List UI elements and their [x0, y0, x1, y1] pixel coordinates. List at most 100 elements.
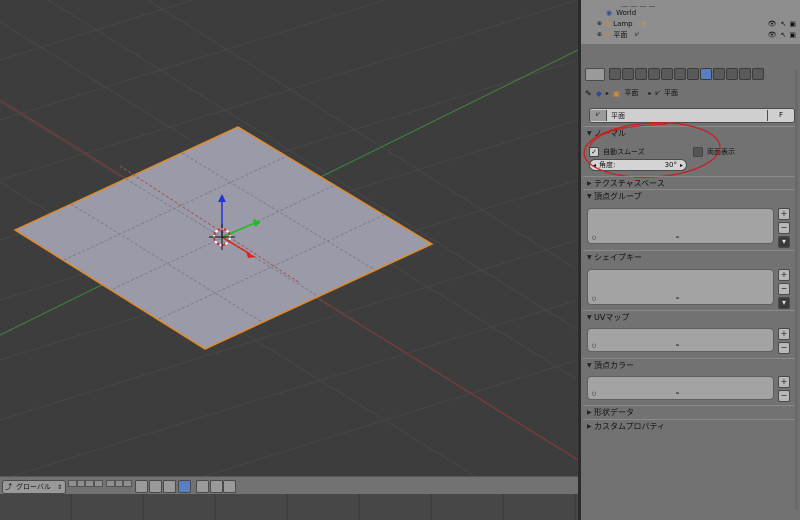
uv-maps-list[interactable]: ○ ═ [587, 328, 774, 352]
outliner-row-world[interactable]: ◉ World [581, 7, 800, 18]
mesh-data-icon: ⩗ [635, 30, 640, 38]
uv-maps-title: UVマップ [594, 312, 630, 322]
snap-toggle[interactable] [135, 480, 148, 493]
shape-key-menu-button[interactable]: ▾ [778, 297, 790, 309]
camera-render-icon[interactable]: ▣ [789, 31, 796, 39]
shape-keys-list[interactable]: ○ ═ [587, 269, 774, 305]
editor-type-button[interactable] [585, 67, 605, 81]
breadcrumb-object: 平面 [624, 89, 639, 97]
panel-scrollbar[interactable] [795, 70, 798, 510]
add-vertex-color-button[interactable]: + [778, 376, 790, 388]
cursor-icon[interactable]: ↖ [781, 31, 787, 39]
film-icon[interactable] [223, 480, 236, 493]
uv-maps-buttons: + − [778, 328, 790, 356]
uv-maps-panel: ▼ UVマップ ○ ═ + − [583, 310, 796, 357]
scene-tab-icon[interactable] [635, 68, 647, 80]
remove-shape-key-button[interactable]: − [778, 283, 790, 295]
filter-dot-icon: ○ [592, 343, 597, 349]
modifiers-tab-icon[interactable] [687, 68, 699, 80]
remove-uv-map-button[interactable]: − [778, 342, 790, 354]
proportional-toggle[interactable] [149, 480, 162, 493]
chevron-right-icon: ▸ [605, 89, 609, 97]
vertex-colors-list[interactable]: ○ ═ [587, 376, 774, 400]
resize-grip-icon[interactable]: ═ [676, 343, 679, 349]
camera-render-icon[interactable]: ▣ [789, 20, 796, 28]
vertex-colors-title: 頂点カラー [594, 360, 634, 370]
add-shape-key-button[interactable]: + [778, 269, 790, 281]
manipulator-toggle[interactable] [178, 480, 191, 493]
layer-buttons[interactable] [68, 480, 133, 492]
cursor-icon[interactable]: ↖ [781, 20, 787, 28]
uv-maps-header[interactable]: ▼ UVマップ [583, 311, 796, 323]
add-vertex-group-button[interactable]: + [778, 208, 790, 220]
outliner-row-lamp[interactable]: ⊕ ♁ Lamp ✳ 👁 ↖ ▣ [581, 18, 800, 29]
object-icon: ▣ [612, 88, 621, 98]
constraints-tab-icon[interactable] [674, 68, 686, 80]
resize-grip-icon[interactable]: ═ [676, 235, 679, 241]
vertex-colors-header[interactable]: ▼ 頂点カラー [583, 359, 796, 371]
texture-tab-icon[interactable] [726, 68, 738, 80]
lamp-icon: ♁ [605, 19, 611, 28]
remove-vertex-color-button[interactable]: − [778, 390, 790, 402]
remove-vertex-group-button[interactable]: − [778, 222, 790, 234]
mesh-object-icon: ▽ [605, 30, 611, 39]
orientation-label: グローバル [16, 483, 51, 491]
filter-dot-icon: ○ [592, 296, 597, 302]
outliner-label: Lamp [613, 19, 633, 28]
camera-icon[interactable] [210, 480, 223, 493]
shape-keys-header[interactable]: ▼ シェイプキー [583, 251, 796, 263]
expanded-triangle-icon: ▼ [587, 192, 592, 200]
resize-grip-icon[interactable]: ═ [676, 391, 679, 397]
fake-user-button[interactable]: F [767, 110, 794, 121]
outliner-label: 平面 [613, 30, 628, 39]
mesh-data-icon: ⩗ [655, 88, 660, 97]
breadcrumb-mesh: 平面 [663, 89, 678, 97]
collapsed-triangle-icon: ▶ [587, 408, 592, 416]
collapsed-triangle-icon: ▶ [587, 422, 592, 430]
expanded-triangle-icon: ▼ [587, 253, 592, 261]
pin-icon[interactable]: ✎ [585, 89, 592, 98]
updown-icon: ⇕ [56, 483, 62, 491]
vertex-groups-title: 頂点グループ [594, 191, 642, 201]
material-tab-icon[interactable] [713, 68, 725, 80]
resize-grip-icon[interactable]: ═ [676, 296, 679, 302]
texture-space-title: テクスチャスペース [594, 178, 665, 188]
chevron-right-icon: ▸ [648, 89, 652, 97]
vertex-groups-buttons: + − ▾ [778, 208, 790, 250]
world-icon: ◉ [606, 8, 613, 17]
particles-tab-icon[interactable] [739, 68, 751, 80]
world-tab-icon[interactable] [648, 68, 660, 80]
properties-tabs [581, 66, 800, 82]
outliner-row-plane[interactable]: ⊕ ▽ 平面 ⩗ 👁 ↖ ▣ [581, 29, 800, 40]
shape-keys-panel: ▼ シェイプキー ○ ═ + − ▾ [583, 250, 796, 309]
vertex-groups-list[interactable]: ○ ═ [587, 208, 774, 244]
pivot-toggle[interactable] [163, 480, 176, 493]
texture-space-panel[interactable]: ▶ テクスチャスペース [583, 176, 796, 189]
custom-properties-panel[interactable]: ▶ カスタムプロパティ [583, 419, 796, 432]
expand-icon: ⊕ [597, 31, 603, 38]
3d-viewport[interactable] [0, 0, 578, 476]
shape-keys-buttons: + − ▾ [778, 269, 790, 311]
mesh-data-tab-icon[interactable] [700, 68, 712, 80]
scene-icon: ◆ [595, 88, 602, 98]
eye-icon[interactable]: 👁 [768, 20, 777, 28]
outliner-spacer [581, 44, 800, 64]
outliner: — — — — ◉ World ⊕ ♁ Lamp ✳ 👁 ↖ ▣ ⊕ ▽ 平面 … [581, 0, 800, 44]
render-tab-icon[interactable] [609, 68, 621, 80]
outliner-label: World [616, 8, 637, 17]
object-tab-icon[interactable] [661, 68, 673, 80]
vertex-group-menu-button[interactable]: ▾ [778, 236, 790, 248]
geometry-data-panel[interactable]: ▶ 形状データ [583, 405, 796, 418]
timeline-area [0, 494, 578, 520]
expanded-triangle-icon: ▼ [587, 361, 592, 369]
custom-properties-title: カスタムプロパティ [594, 421, 666, 431]
eye-icon[interactable]: 👁 [768, 31, 777, 39]
annotation-circle [583, 122, 721, 178]
layers-tab-icon[interactable] [622, 68, 634, 80]
render-preview-button[interactable] [196, 480, 209, 493]
orientation-dropdown[interactable]: ⤴ グローバル ⇕ [2, 480, 66, 494]
vertex-groups-header[interactable]: ▼ 頂点グループ [583, 190, 796, 202]
add-uv-map-button[interactable]: + [778, 328, 790, 340]
shape-keys-title: シェイプキー [594, 252, 642, 262]
physics-tab-icon[interactable] [752, 68, 764, 80]
